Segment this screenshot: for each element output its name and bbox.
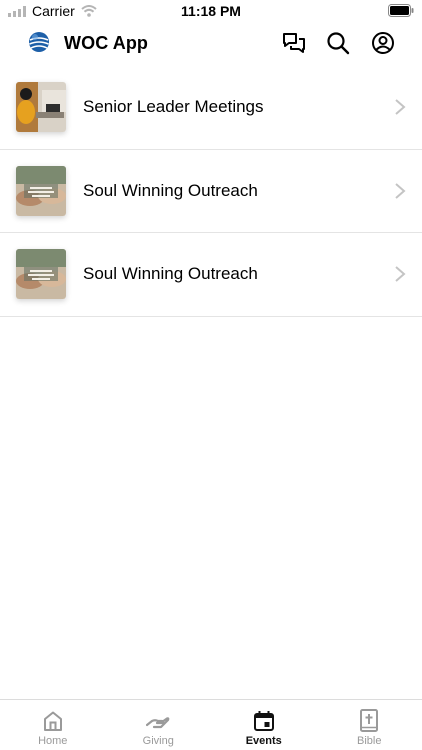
event-title: Soul Winning Outreach xyxy=(83,180,258,200)
tab-label: Home xyxy=(38,735,68,747)
battery-icon xyxy=(388,4,414,22)
event-thumbnail xyxy=(16,249,66,300)
event-list-item[interactable]: Soul Winning Outreach xyxy=(0,233,422,317)
tab-home[interactable]: Home xyxy=(0,700,106,750)
tab-label: Bible xyxy=(357,735,382,747)
event-thumbnail xyxy=(16,82,66,133)
tab-label: Giving xyxy=(142,735,174,747)
event-thumbnail xyxy=(16,165,66,216)
chevron-right-icon xyxy=(395,99,406,116)
giving-hand-icon xyxy=(146,709,170,733)
app-header: WOC App xyxy=(0,24,422,64)
chevron-right-icon xyxy=(395,266,406,283)
tab-label: Events xyxy=(245,735,282,747)
chat-icon[interactable] xyxy=(281,30,307,56)
tab-bible[interactable]: Bible xyxy=(317,700,422,750)
event-list: Senior Leader Meetings Soul Winning Outr… xyxy=(0,66,422,317)
chevron-right-icon xyxy=(395,182,406,199)
event-list-item[interactable]: Soul Winning Outreach xyxy=(0,150,422,233)
status-bar: Carrier 11:18 PM xyxy=(0,0,422,22)
event-title: Soul Winning Outreach xyxy=(83,264,258,284)
home-icon xyxy=(41,709,65,733)
calendar-icon xyxy=(252,709,276,733)
tab-bar: Home Giving Events Bible xyxy=(0,699,422,750)
tab-events[interactable]: Events xyxy=(211,700,317,750)
clock: 11:18 PM xyxy=(181,3,241,19)
logo-globe-icon xyxy=(28,31,50,53)
event-title: Senior Leader Meetings xyxy=(83,97,264,117)
app-title: WOC App xyxy=(64,33,149,53)
tab-giving[interactable]: Giving xyxy=(106,700,212,750)
search-icon[interactable] xyxy=(325,30,351,56)
profile-icon[interactable] xyxy=(370,30,396,56)
bible-icon xyxy=(357,709,381,733)
event-list-item[interactable]: Senior Leader Meetings xyxy=(0,66,422,150)
